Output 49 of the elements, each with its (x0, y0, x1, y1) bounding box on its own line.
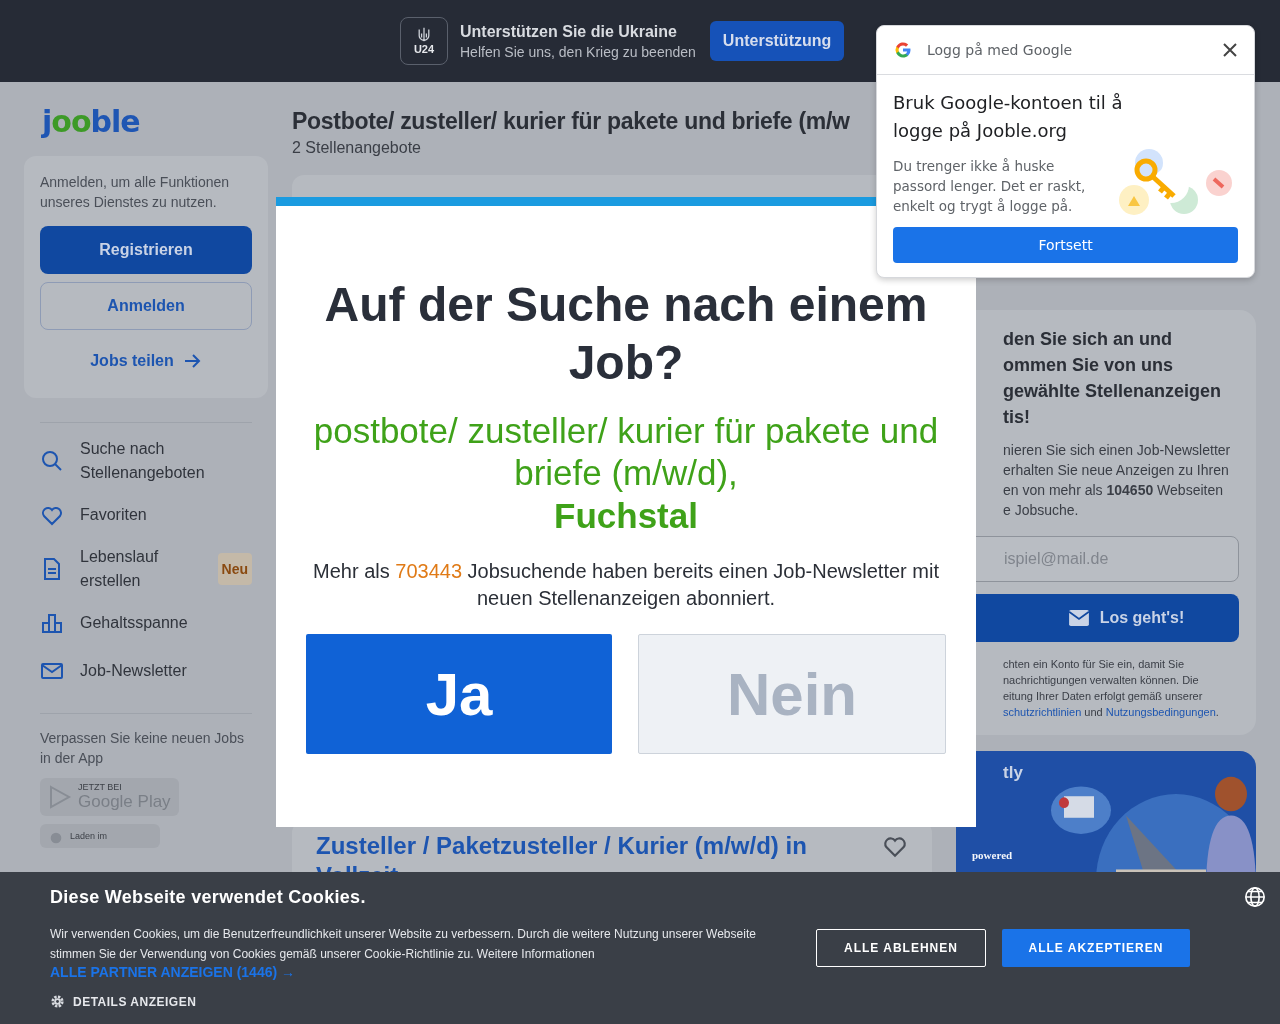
jooble-logo[interactable]: jooble (42, 104, 268, 144)
nav-item[interactable]: Lebenslauf erstellen Neu (40, 545, 252, 593)
play-icon (48, 784, 72, 810)
nav-item[interactable]: Favoriten (40, 497, 252, 533)
banner-subtitle: Helfen Sie uns, den Krieg zu beenden (460, 43, 696, 60)
nav-item[interactable]: Gehaltsspanne (40, 605, 252, 641)
new-badge: Neu (217, 553, 252, 585)
register-button[interactable]: Registrieren (40, 226, 252, 274)
banner-title: Unterstützen Sie die Ukraine (460, 22, 678, 41)
modal-text: Mehr als 703443 Jobsuchende haben bereits einen Job-Newsletter mit neuen Stellenanzeigen abonniert. (312, 559, 940, 611)
share-jobs-link[interactable]: Jobs teilen (90, 344, 202, 378)
newsletter-heading: den Sie sich an und ommen Sie von uns gewählte Stellenanzeigen tis! (1003, 328, 1223, 429)
search-icon (40, 449, 64, 473)
privacy-link[interactable]: schutzrichtlinien (1003, 706, 1082, 718)
app-store-badge[interactable]: Laden im (40, 824, 160, 848)
powered-text: powered (972, 849, 1013, 861)
search-query: postbote/ zusteller/ kurier für pakete und briefe (m/w/d), (312, 410, 940, 494)
search-location: Fuchstal (553, 495, 699, 537)
login-button[interactable]: Anmelden (40, 282, 252, 330)
details-link[interactable]: DETAILS ANZEIGEN (50, 994, 197, 1009)
accept-all-button[interactable]: ALLE AKZEPTIEREN (1002, 929, 1190, 967)
logo-text: U24 (413, 43, 435, 55)
legal-text: chten ein Konto für Sie ein, damit Sie nachrichtigungen verwalten können. Die eitung Ihrer Daten erfolgt gemäß unserer schutzrichtlinien und Nutzungsbedingungen. (1003, 657, 1220, 720)
app-hint: Verpassen Sie keine neuen Jobs in der App (40, 729, 245, 768)
reject-all-button[interactable]: ALLE ABLEHNEN (816, 929, 986, 967)
popup-text: Du trenger ikke å huske passord lenger. Det er raskt, enkelt og trygt å logge på. (893, 157, 1087, 216)
close-icon[interactable] (1222, 42, 1238, 58)
modal-title: Auf der Suche nach einem Job? (323, 277, 929, 391)
terms-link[interactable]: Nutzungsbedingungen (1105, 706, 1216, 718)
continue-button[interactable]: Fortsett (893, 227, 1238, 263)
page-title: Postbote/ zusteller/ kurier für pakete und briefe (m/w (292, 108, 850, 135)
google-g-icon (893, 40, 913, 60)
popup-header: Logg på med Google (927, 42, 1074, 58)
newsletter-text: nieren Sie sich einen Job-Newsletter erhalten Sie neue Anzeigen zu Ihren en von mehr als 104650 Webseiten e Jobsuche. (1003, 441, 1232, 520)
cookie-text: Wir verwenden Cookies, um die Benutzerfreundlichkeit unserer Website zu verbessern. Durch die weitere Nutzung unserer Webseite stimmen Sie der Verwendung von Cookies gemäß unserer Cookie-Richtlinie zu. Weitere Informationen (50, 926, 757, 963)
popup-title: Bruk Google-kontoen til å logge på Jooble.org (893, 91, 1124, 143)
results-count: 2 Stellenangebote (292, 139, 422, 157)
ad-brand: tly (1003, 763, 1023, 783)
gear-icon (50, 994, 65, 1009)
globe-icon[interactable] (1244, 886, 1266, 908)
mail-icon (1067, 609, 1090, 627)
nav-item[interactable]: Suche nach Stellenangeboten (40, 437, 252, 485)
cookie-title: Diese Webseite verwendet Cookies. (50, 887, 367, 908)
trident-icon (416, 27, 432, 43)
nav-item[interactable]: Job-Newsletter (40, 653, 252, 689)
login-hint: Anmelden, um alle Funktionen unseres Dienstes zu nutzen. (40, 173, 231, 212)
bar-chart-icon (40, 611, 64, 635)
support-button[interactable]: Unterstützung (709, 21, 845, 61)
yes-button[interactable]: Ja (306, 634, 612, 754)
